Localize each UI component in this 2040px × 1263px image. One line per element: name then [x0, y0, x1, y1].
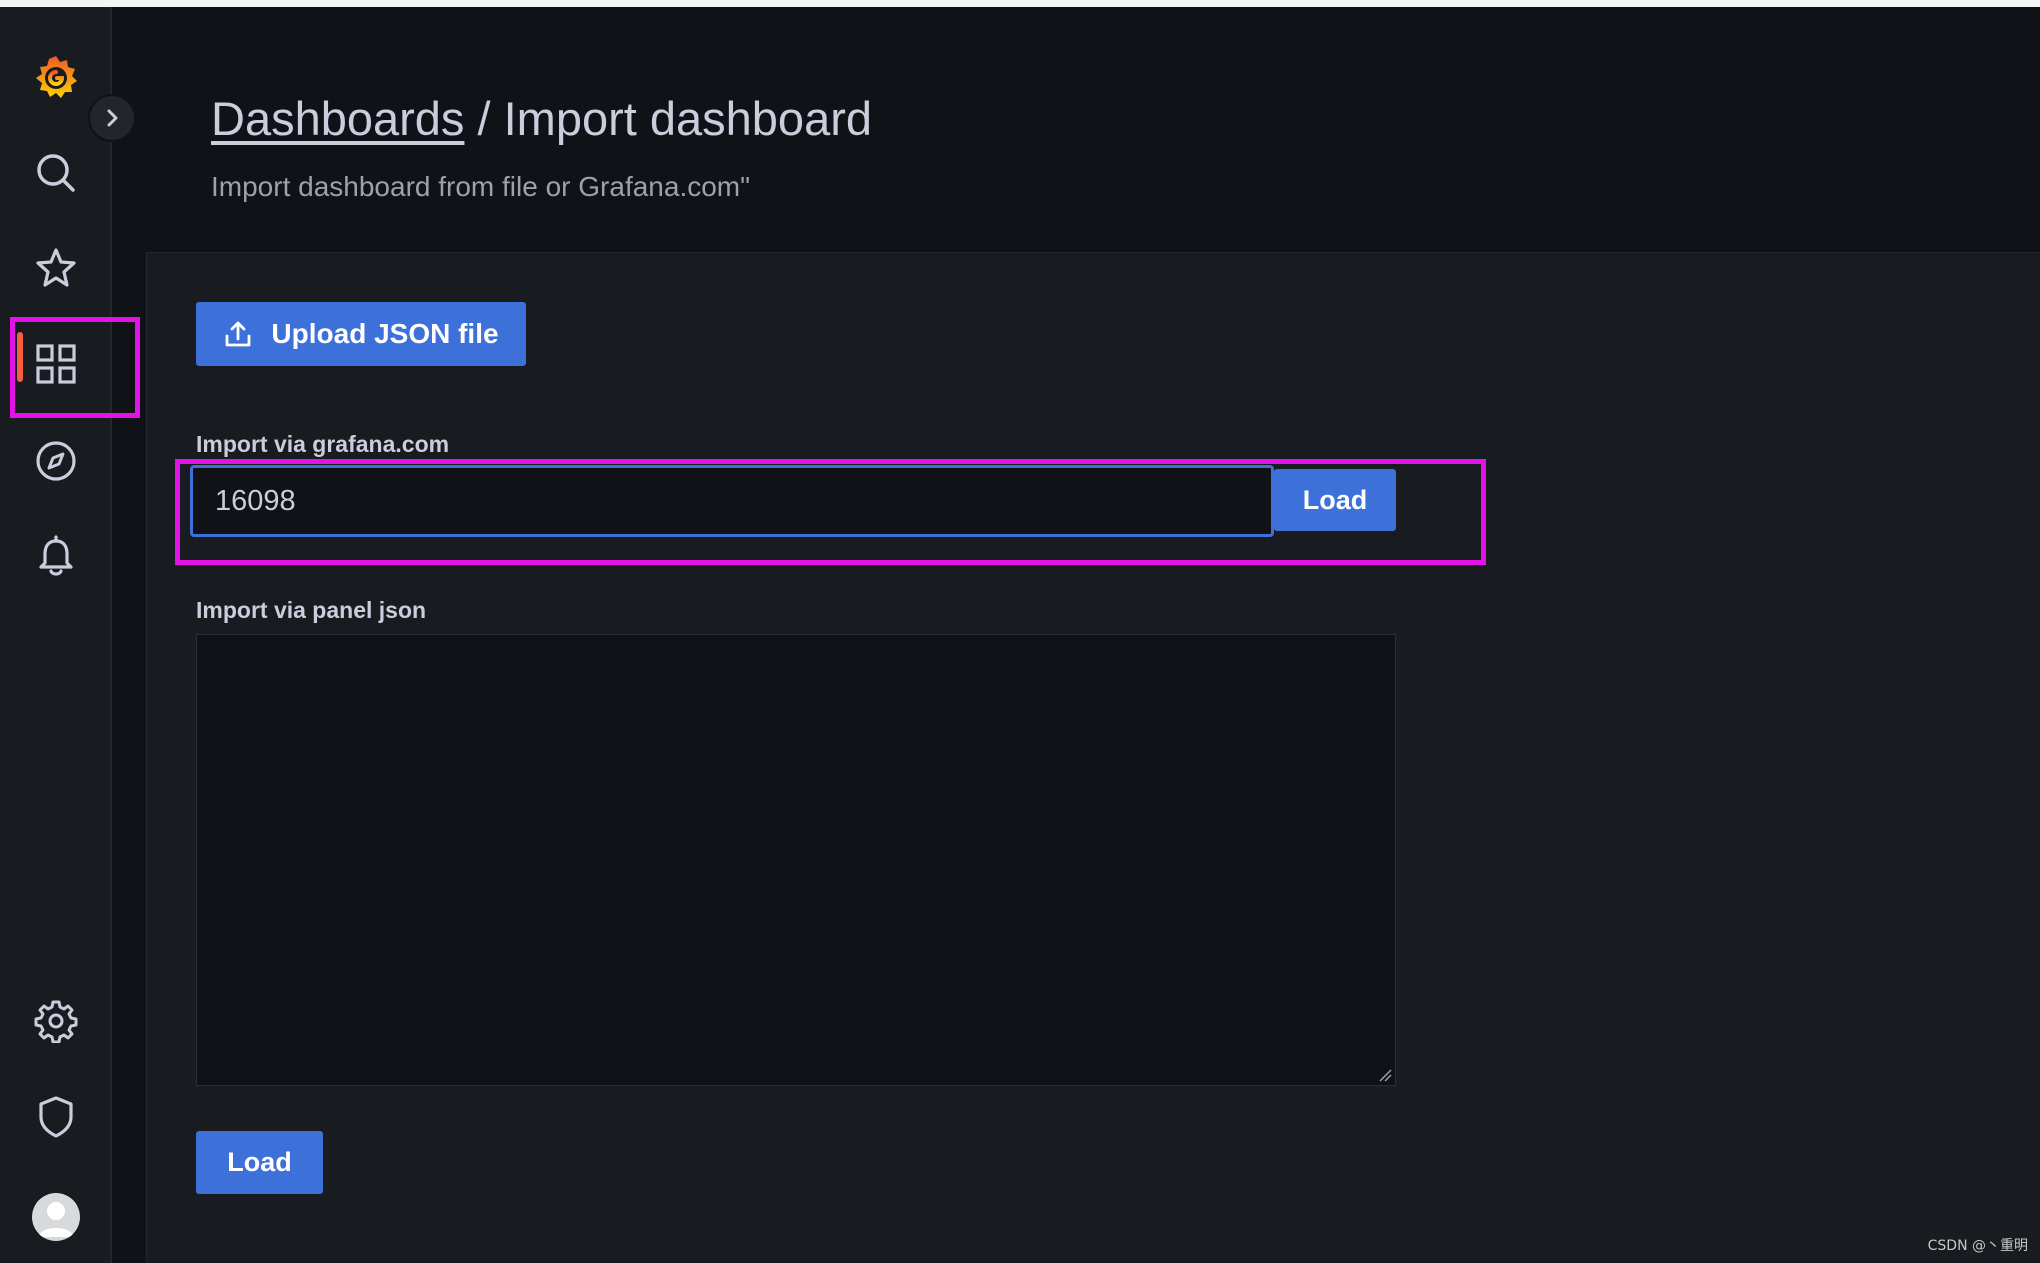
upload-json-label: Upload JSON file: [271, 318, 499, 349]
search-icon: [37, 154, 75, 192]
alerting-bell-icon: [39, 535, 73, 576]
dashboards-grid-icon: [36, 344, 76, 384]
shield-icon: [39, 1096, 73, 1138]
sidebar-item-alerting[interactable]: [0, 517, 112, 597]
avatar-icon: [38, 1202, 74, 1237]
sidebar-item-configuration[interactable]: [0, 981, 112, 1061]
panel-json-label: Import via panel json: [196, 597, 427, 623]
window-top-edge: [0, 0, 2040, 7]
star-icon: [36, 248, 76, 287]
grafana-load-button[interactable]: Load: [1274, 469, 1396, 531]
upload-icon: [226, 321, 251, 347]
page-header: Dashboards / Import dashboard Import das…: [112, 7, 2040, 252]
grafana-id-input[interactable]: 16098: [190, 465, 1274, 537]
breadcrumb: Dashboards / Import dashboard: [211, 91, 872, 146]
sidebar-item-starred[interactable]: [0, 228, 112, 308]
grafana-logo-icon: [36, 56, 77, 98]
grafana-id-value: 16098: [215, 484, 296, 517]
user-avatar[interactable]: [32, 1193, 80, 1241]
panel-json-load-button[interactable]: Load: [196, 1131, 323, 1194]
active-nav-indicator: [17, 332, 23, 382]
panel-json-textarea[interactable]: [196, 634, 1396, 1086]
breadcrumb-dashboards-link[interactable]: Dashboards: [211, 92, 464, 145]
chevron-right-icon: [107, 109, 118, 127]
sidebar-item-search[interactable]: [0, 133, 112, 213]
upload-json-button[interactable]: Upload JSON file: [196, 302, 526, 366]
watermark: CSDN @丶重明: [1927, 1238, 2028, 1254]
explore-compass-icon: [36, 441, 76, 481]
sidebar-item-explore[interactable]: [0, 421, 112, 501]
sidebar-nav: [0, 7, 112, 1263]
grafana-import-label: Import via grafana.com: [196, 431, 450, 457]
resize-grip-icon[interactable]: [1378, 1068, 1392, 1082]
gear-icon: [34, 1000, 78, 1043]
breadcrumb-separator: /: [464, 92, 504, 145]
page-title: Import dashboard: [503, 92, 873, 145]
sidebar-item-server-admin[interactable]: [0, 1077, 112, 1157]
page-subtitle: Import dashboard from file or Grafana.co…: [211, 171, 751, 202]
sidebar-expand-button[interactable]: [88, 94, 136, 142]
